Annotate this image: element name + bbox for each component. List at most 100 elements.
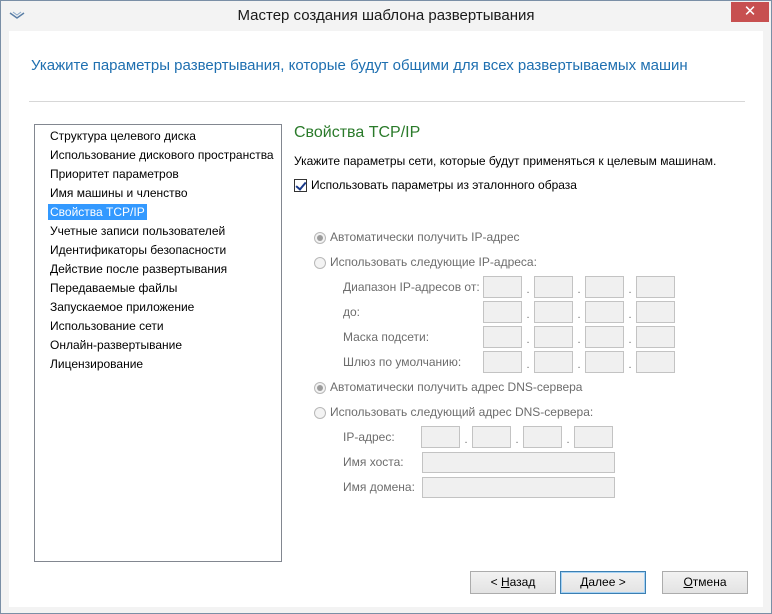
ip-separator-dot: .: [515, 434, 519, 446]
cancel-button-mnemonic: О: [683, 575, 693, 589]
ip-separator-dot: .: [526, 334, 530, 346]
hostname-label: Имя хоста:: [343, 455, 404, 469]
nav-item-label: Идентификаторы безопасности: [50, 243, 227, 257]
dns-auto-radio: [314, 381, 326, 394]
back-button-mnemonic: Н: [500, 575, 510, 589]
header-divider: [29, 101, 745, 102]
hostname-input: [422, 452, 615, 473]
ip-auto-label: Автоматически получить IP-адрес: [330, 230, 520, 244]
ip-separator-dot: .: [526, 359, 530, 371]
ip-separator-dot: .: [577, 334, 581, 346]
cancel-button[interactable]: Отмена: [662, 571, 748, 594]
dns-ip-octet-input: [574, 426, 613, 448]
range-from-octet-input: [585, 276, 624, 298]
ip-auto-radio: [314, 231, 326, 244]
nav-item-label: Запускаемое приложение: [50, 300, 195, 314]
subnet-mask-octet-input: [483, 326, 522, 348]
domain-name-input: [422, 477, 615, 498]
wizard-steps-list[interactable]: Структура целевого диска Использование ди…: [34, 124, 282, 562]
dns-ip-octet-input: [421, 426, 460, 448]
ip-separator-dot: .: [628, 284, 632, 296]
ip-separator-dot: .: [577, 309, 581, 321]
back-button-rest: азад: [509, 575, 536, 589]
use-master-settings-label: Использовать параметры из эталонного обр…: [311, 178, 577, 192]
use-master-settings-checkbox[interactable]: [294, 179, 307, 193]
dns-manual-radio-row: Использовать следующий адрес DNS-сервера…: [314, 404, 593, 420]
ip-separator-dot: .: [526, 284, 530, 296]
ip-separator-dot: .: [628, 309, 632, 321]
tcpip-pane: Свойства TCP/IP Укажите параметры сети, …: [294, 124, 744, 564]
nav-item[interactable]: Идентификаторы безопасности: [35, 241, 281, 260]
nav-item-label: Использование дискового пространства: [50, 148, 274, 162]
nav-item[interactable]: Действие после развертывания: [35, 260, 281, 279]
ip-separator-dot: .: [577, 359, 581, 371]
default-gateway-label: Шлюз по умолчанию:: [343, 355, 462, 369]
range-to-octet-input: [585, 301, 624, 323]
title-bar[interactable]: Мастер создания шаблона развертывания ✕: [1, 1, 771, 31]
nav-item[interactable]: Структура целевого диска: [35, 127, 281, 146]
default-gateway-octet-input: [636, 351, 675, 373]
range-to-octet-input: [534, 301, 573, 323]
nav-item-label: Использование сети: [50, 319, 164, 333]
nav-item-label: Онлайн-развертывание: [50, 338, 183, 352]
ip-separator-dot: .: [628, 359, 632, 371]
nav-item[interactable]: Лицензирование: [35, 355, 281, 374]
ip-manual-radio-row: Использовать следующие IP-адреса:: [314, 254, 537, 270]
cancel-button-rest: тмена: [692, 575, 727, 589]
range-from-octet-input: [534, 276, 573, 298]
dns-auto-label: Автоматически получить адрес DNS-сервера: [330, 380, 583, 394]
ip-separator-dot: .: [566, 434, 570, 446]
dns-auto-radio-row: Автоматически получить адрес DNS-сервера: [314, 379, 582, 395]
nav-item[interactable]: Приоритет параметров: [35, 165, 281, 184]
subnet-mask-octet-input: [534, 326, 573, 348]
wizard-content: Укажите параметры развертывания, которые…: [9, 31, 763, 607]
dns-ip-label: IP-адрес:: [343, 430, 395, 444]
wizard-window: Мастер создания шаблона развертывания ✕ …: [0, 0, 772, 614]
subnet-mask-octet-input: [636, 326, 675, 348]
nav-item[interactable]: Имя машины и членство: [35, 184, 281, 203]
dns-ip-octet-input: [472, 426, 511, 448]
back-button[interactable]: < Назад: [470, 571, 556, 594]
nav-item[interactable]: Онлайн-развертывание: [35, 336, 281, 355]
range-to-octet-input: [636, 301, 675, 323]
nav-item[interactable]: Свойства TCP/IP: [35, 203, 281, 222]
subnet-mask-octet-input: [585, 326, 624, 348]
default-gateway-octet-input: [483, 351, 522, 373]
use-master-settings-checkbox-row[interactable]: Использовать параметры из эталонного обр…: [294, 177, 577, 193]
nav-item[interactable]: Запускаемое приложение: [35, 298, 281, 317]
subnet-mask-label: Маска подсети:: [343, 330, 430, 344]
range-from-octet-input: [636, 276, 675, 298]
nav-item-label: Структура целевого диска: [50, 129, 196, 143]
nav-item[interactable]: Передаваемые файлы: [35, 279, 281, 298]
domain-name-label: Имя домена:: [343, 480, 415, 494]
range-to-octet-input: [483, 301, 522, 323]
dns-manual-radio: [314, 406, 326, 419]
pane-description: Укажите параметры сети, которые будут пр…: [294, 154, 717, 168]
nav-item[interactable]: Использование сети: [35, 317, 281, 336]
nav-item-label: Лицензирование: [50, 357, 144, 371]
range-from-octet-input: [483, 276, 522, 298]
page-header: Укажите параметры развертывания, которые…: [31, 57, 688, 74]
dns-manual-label: Использовать следующий адрес DNS-сервера…: [330, 405, 594, 419]
ip-separator-dot: .: [526, 309, 530, 321]
nav-item-label: Свойства TCP/IP: [48, 204, 147, 220]
ip-separator-dot: .: [628, 334, 632, 346]
nav-item-label: Действие после развертывания: [50, 262, 228, 276]
default-gateway-octet-input: [534, 351, 573, 373]
dns-ip-octet-input: [523, 426, 562, 448]
ip-separator-dot: .: [464, 434, 468, 446]
ip-auto-radio-row: Автоматически получить IP-адрес: [314, 229, 520, 245]
nav-item-label: Учетные записи пользователей: [50, 224, 226, 238]
close-button[interactable]: ✕: [731, 2, 769, 22]
pane-title: Свойства TCP/IP: [294, 124, 421, 141]
ip-manual-label: Использовать следующие IP-адреса:: [330, 255, 537, 269]
back-button-prefix: <: [490, 575, 501, 589]
ip-manual-radio: [314, 256, 326, 269]
nav-item-label: Имя машины и членство: [50, 186, 188, 200]
ip-separator-dot: .: [577, 284, 581, 296]
nav-item[interactable]: Использование дискового пространства: [35, 146, 281, 165]
next-button[interactable]: Далее >: [560, 571, 646, 594]
nav-item-label: Приоритет параметров: [50, 167, 179, 181]
window-title: Мастер создания шаблона развертывания: [237, 7, 535, 24]
nav-item[interactable]: Учетные записи пользователей: [35, 222, 281, 241]
